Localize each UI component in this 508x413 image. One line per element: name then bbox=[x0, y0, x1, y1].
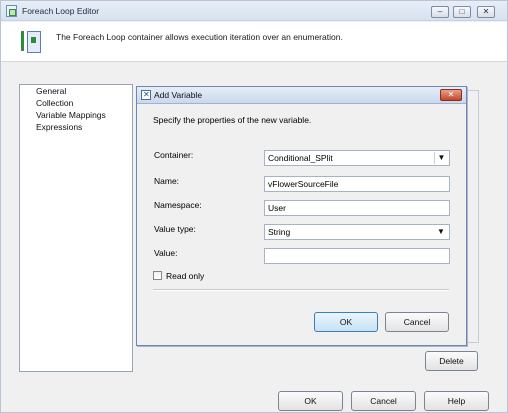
value-type-select[interactable]: String ▼ bbox=[264, 224, 450, 240]
header-description: The Foreach Loop container allows execut… bbox=[56, 32, 343, 42]
help-button[interactable]: Help bbox=[424, 391, 489, 411]
namespace-label: Namespace: bbox=[154, 200, 202, 210]
add-variable-dialog: Add Variable ✕ Specify the properties of… bbox=[136, 86, 467, 346]
namespace-value: User bbox=[268, 203, 286, 213]
chevron-down-icon[interactable]: ▼ bbox=[434, 152, 448, 164]
name-field[interactable]: vFlowerSourceFile bbox=[264, 176, 450, 192]
container-combobox[interactable]: Conditional_SPlit ▼ bbox=[264, 150, 450, 166]
dialog-app-icon bbox=[141, 90, 151, 100]
window-title: Foreach Loop Editor bbox=[22, 6, 100, 16]
value-type-value: String bbox=[268, 227, 291, 237]
name-value: vFlowerSourceFile bbox=[268, 179, 339, 189]
value-field[interactable] bbox=[264, 248, 450, 264]
name-label: Name: bbox=[154, 176, 180, 186]
read-only-checkbox[interactable] bbox=[153, 271, 162, 280]
nav-item-variable-mappings[interactable]: Variable Mappings bbox=[36, 110, 106, 120]
editor-navigation-list: General Collection Variable Mappings Exp… bbox=[19, 84, 133, 372]
namespace-field[interactable]: User bbox=[264, 200, 450, 216]
nav-item-general[interactable]: General bbox=[36, 86, 66, 96]
dialog-cancel-button[interactable]: Cancel bbox=[385, 312, 449, 332]
container-value: Conditional_SPlit bbox=[268, 153, 333, 163]
chevron-down-icon[interactable]: ▼ bbox=[434, 226, 448, 238]
value-type-label: Value type: bbox=[154, 224, 196, 234]
dialog-separator bbox=[153, 289, 449, 291]
value-label: Value: bbox=[154, 248, 178, 258]
delete-button[interactable]: Delete bbox=[425, 351, 478, 371]
maximize-button[interactable]: □ bbox=[453, 6, 471, 18]
nav-item-expressions[interactable]: Expressions bbox=[36, 122, 82, 132]
ok-button[interactable]: OK bbox=[278, 391, 343, 411]
container-icon bbox=[21, 31, 41, 53]
cancel-button[interactable]: Cancel bbox=[351, 391, 416, 411]
dialog-close-button[interactable]: ✕ bbox=[440, 89, 462, 101]
dialog-ok-button[interactable]: OK bbox=[314, 312, 378, 332]
read-only-label[interactable]: Read only bbox=[166, 271, 204, 281]
header-band: The Foreach Loop container allows execut… bbox=[1, 22, 507, 62]
dialog-description: Specify the properties of the new variab… bbox=[153, 115, 312, 125]
dialog-titlebar: Add Variable ✕ bbox=[137, 87, 466, 104]
window-titlebar: Foreach Loop Editor – □ ✕ bbox=[1, 1, 507, 21]
nav-item-collection[interactable]: Collection bbox=[36, 98, 73, 108]
container-label: Container: bbox=[154, 150, 194, 160]
dialog-title: Add Variable bbox=[154, 90, 203, 100]
close-button[interactable]: ✕ bbox=[477, 6, 495, 18]
foreach-loop-icon bbox=[6, 5, 17, 17]
minimize-button[interactable]: – bbox=[431, 6, 449, 18]
